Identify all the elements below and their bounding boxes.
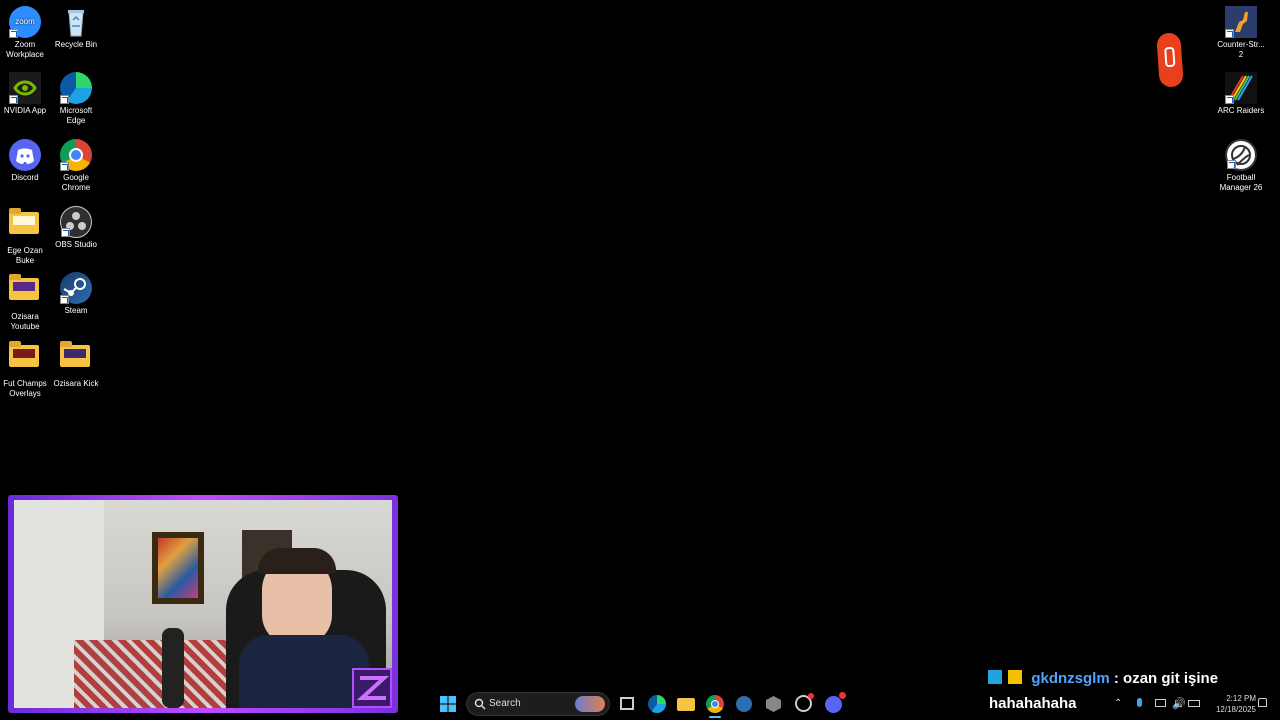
clock-time: 2:12 PM — [1226, 694, 1256, 703]
recycle-bin-icon — [60, 6, 92, 38]
desktop-icon-counter-strike[interactable]: Counter-Str... 2 — [1216, 6, 1266, 60]
folder-icon — [60, 341, 92, 377]
clock[interactable]: 2:12 PM 12/18/2025 — [1206, 694, 1256, 714]
taskbar-edge-icon[interactable] — [648, 695, 666, 713]
desktop-icon-label: Ozisara Kick — [53, 379, 99, 388]
volume-icon[interactable]: 🔊 — [1172, 697, 1186, 710]
microphone-icon[interactable] — [1137, 698, 1142, 707]
desktop-icon-label: OBS Studio — [55, 240, 97, 249]
counter-strike-icon — [1225, 6, 1257, 38]
folder-icon — [9, 208, 41, 244]
desktop-icon-zoom[interactable]: zoom Zoom Workplace — [0, 6, 50, 60]
desktop-icon-label: Recycle Bin — [54, 40, 98, 49]
desktop-icon-label: Steam — [64, 306, 88, 315]
desktop-icon-label: Ozisara Youtube — [10, 312, 40, 331]
taskbar-obs-icon[interactable] — [795, 693, 814, 712]
obs-icon — [60, 206, 92, 238]
webcam-overlay — [8, 495, 398, 713]
start-button[interactable] — [439, 695, 457, 713]
desktop-icon-label: Zoom Workplace — [6, 40, 44, 59]
notification-badge — [839, 692, 846, 699]
football-manager-icon — [1225, 139, 1257, 171]
search-icon — [474, 698, 486, 710]
tray-chevron-icon[interactable]: ⌃ — [1114, 698, 1122, 709]
folder-icon — [9, 341, 41, 377]
network-icon[interactable] — [1155, 699, 1166, 707]
chat-message-text: ozan git işine — [1123, 670, 1219, 687]
desktop-icon-label: NVIDIA App — [3, 106, 47, 115]
desktop-icon-chrome[interactable]: Google Chrome — [51, 139, 101, 193]
edge-icon — [60, 72, 92, 104]
webcam-feed — [14, 500, 392, 708]
floating-sticker-icon — [1156, 32, 1184, 88]
crown-badge-icon — [1008, 670, 1023, 684]
desktop-icon-ege-ozan-buke[interactable]: Ege Ozan Buke — [0, 206, 50, 266]
nvidia-icon — [9, 72, 41, 104]
windows-icon — [440, 696, 456, 712]
desktop-icon-edge[interactable]: Microsoft Edge — [51, 72, 101, 126]
chat-separator: : — [1113, 670, 1119, 687]
desktop-icon-label: ARC Raiders — [1217, 106, 1265, 115]
desktop-icon-arc-raiders[interactable]: ARC Raiders — [1216, 72, 1266, 116]
task-view-icon[interactable] — [620, 697, 634, 710]
taskbar-chrome-icon[interactable] — [706, 695, 724, 713]
moderator-badge-icon — [988, 670, 1002, 684]
desktop-icon-label: Discord — [11, 173, 39, 182]
steam-icon — [60, 272, 92, 304]
desktop-icon-obs[interactable]: OBS Studio — [51, 206, 101, 250]
chrome-icon — [60, 139, 92, 171]
desktop-icon-recycle-bin[interactable]: Recycle Bin — [51, 6, 101, 50]
search-label: Search — [489, 698, 521, 709]
chat-username: gkdnzsglm — [1031, 670, 1110, 687]
microphone — [162, 628, 184, 708]
desktop-icon-football-manager[interactable]: Football Manager 26 — [1216, 139, 1266, 193]
taskbar-search[interactable]: Search — [466, 692, 610, 716]
desktop-icon-fut-champs-overlays[interactable]: Fut Champs Overlays — [0, 339, 50, 399]
desktop-icon-label: Google Chrome — [61, 173, 91, 192]
taskbar-active-indicator — [709, 716, 721, 718]
desktop-icon-label: Fut Champs Overlays — [3, 379, 47, 398]
desktop-icon-nvidia[interactable]: NVIDIA App — [0, 72, 50, 116]
desktop-icon-ozisara-youtube[interactable]: Ozisara Youtube — [0, 272, 50, 332]
desktop-icon-label: Microsoft Edge — [59, 106, 93, 125]
notifications-icon[interactable] — [1258, 698, 1267, 707]
search-highlight-icon — [575, 696, 605, 712]
discord-icon — [9, 139, 41, 171]
chat-message: gkdnzsglm : ozan git işine — [988, 670, 1218, 687]
taskbar-app-icon[interactable] — [766, 696, 781, 712]
desktop-icon-discord[interactable]: Discord — [0, 139, 50, 183]
chat-message-2: hahahahaha — [989, 695, 1077, 712]
taskbar-discord-icon[interactable] — [825, 692, 846, 713]
desktop-icon-label: Counter-Str... 2 — [1217, 40, 1265, 59]
taskbar-steam-icon[interactable] — [736, 696, 752, 712]
taskbar-file-explorer-icon[interactable] — [677, 698, 695, 711]
channel-logo-icon — [352, 668, 392, 708]
zoom-icon: zoom — [9, 6, 41, 38]
desktop-icon-ozisara-kick[interactable]: Ozisara Kick — [51, 339, 101, 389]
folder-icon — [9, 274, 41, 310]
arc-raiders-icon — [1225, 72, 1257, 104]
clock-date: 12/18/2025 — [1215, 705, 1256, 714]
desktop-icon-label: Football Manager 26 — [1219, 173, 1263, 192]
painting — [152, 532, 204, 604]
desktop-icon-steam[interactable]: Steam — [51, 272, 101, 316]
battery-icon[interactable] — [1188, 700, 1200, 707]
desktop-icon-label: Ege Ozan Buke — [7, 246, 43, 265]
